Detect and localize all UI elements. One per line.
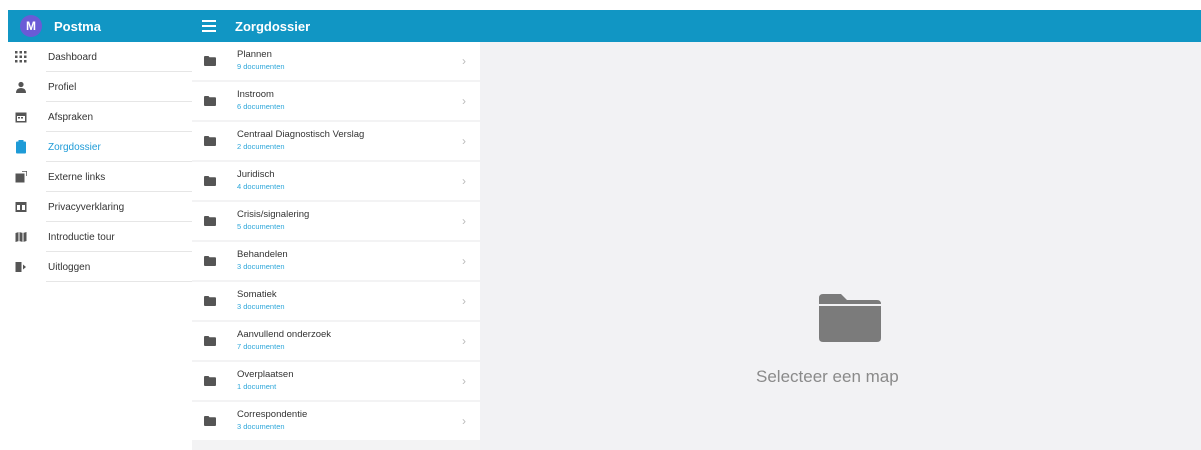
hamburger-menu-icon[interactable]	[201, 18, 217, 34]
chevron-right-icon: ›	[462, 414, 466, 428]
folder-icon	[204, 56, 216, 66]
chevron-right-icon: ›	[462, 134, 466, 148]
folder-row[interactable]: Aanvullend onderzoek 7 documenten ›	[192, 322, 480, 360]
chevron-right-icon: ›	[462, 254, 466, 268]
folder-name: Behandelen	[237, 249, 288, 260]
folder-text: Behandelen 3 documenten	[237, 249, 288, 271]
folder-text: Juridisch 4 documenten	[237, 169, 285, 191]
page-title: Zorgdossier	[235, 19, 311, 34]
grid-icon	[14, 50, 28, 64]
folder-row[interactable]: Plannen 9 documenten ›	[192, 42, 480, 80]
folder-icon	[204, 296, 216, 306]
folder-count: 4 documenten	[237, 182, 285, 191]
folder-text: Overplaatsen 1 document	[237, 369, 294, 391]
folder-name: Juridisch	[237, 169, 275, 180]
chevron-right-icon: ›	[462, 334, 466, 348]
chevron-right-icon: ›	[462, 214, 466, 228]
folder-text: Centraal Diagnostisch Verslag 2 documente…	[237, 129, 364, 151]
folder-icon	[204, 336, 216, 346]
chevron-right-icon: ›	[462, 374, 466, 388]
folder-count: 9 documenten	[237, 62, 285, 71]
folder-text: Aanvullend onderzoek 7 documenten	[237, 329, 331, 351]
map-icon	[14, 230, 28, 244]
sidebar-item-externe-links[interactable]: Externe links	[8, 162, 192, 192]
chevron-right-icon: ›	[462, 54, 466, 68]
folder-count: 3 documenten	[237, 422, 285, 431]
folder-name: Centraal Diagnostisch Verslag	[237, 129, 365, 140]
folder-row[interactable]: Behandelen 3 documenten ›	[192, 242, 480, 280]
sidebar-item-afspraken[interactable]: Afspraken	[8, 102, 192, 132]
person-icon	[14, 80, 28, 94]
folder-name: Aanvullend onderzoek	[237, 329, 332, 340]
folder-row[interactable]: Centraal Diagnostisch Verslag 2 documente…	[192, 122, 480, 160]
folder-count: 3 documenten	[237, 302, 285, 311]
chevron-right-icon: ›	[462, 94, 466, 108]
folder-icon	[819, 294, 881, 342]
external-link-icon	[14, 170, 28, 184]
sidebar-item-introductie-tour[interactable]: Introductie tour	[8, 222, 192, 252]
folder-row[interactable]: Somatiek 3 documenten ›	[192, 282, 480, 320]
sidebar-item-label: Uitloggen	[48, 261, 91, 273]
folder-count: 6 documenten	[237, 102, 285, 111]
sidebar-item-label: Afspraken	[48, 111, 94, 123]
sidebar-item-dashboard[interactable]: Dashboard	[8, 42, 192, 72]
folder-text: Instroom 6 documenten	[237, 89, 285, 111]
folder-count: 3 documenten	[237, 262, 285, 271]
sidebar-item-label: Profiel	[48, 81, 77, 93]
clipboard-icon	[14, 140, 28, 154]
folder-name: Crisis/signalering	[237, 209, 310, 220]
privacy-icon	[14, 200, 28, 214]
folder-row[interactable]: Overplaatsen 1 document ›	[192, 362, 480, 400]
sidebar-item-uitloggen[interactable]: Uitloggen	[8, 252, 192, 282]
folder-row[interactable]: Crisis/signalering 5 documenten ›	[192, 202, 480, 240]
folder-icon	[204, 216, 216, 226]
folder-text: Correspondentie 3 documenten	[237, 409, 307, 431]
user-name: Postma	[54, 18, 101, 34]
folder-icon	[204, 376, 216, 386]
sidebar-item-label: Introductie tour	[48, 231, 115, 243]
sidebar-item-label: Privacyverklaring	[48, 201, 125, 213]
sidebar-item-label: Externe links	[48, 171, 106, 183]
folder-text: Plannen 9 documenten	[237, 49, 285, 71]
folder-name: Somatiek	[237, 289, 277, 300]
folder-icon	[204, 136, 216, 146]
top-bar: M Postma Zorgdossier	[8, 10, 1201, 42]
folder-count: 1 document	[237, 382, 277, 391]
sidebar-item-zorgdossier[interactable]: Zorgdossier	[8, 132, 192, 162]
sidebar-item-label: Zorgdossier	[48, 141, 101, 153]
empty-state-message: Selecteer een map	[756, 367, 899, 386]
folder-count: 7 documenten	[237, 342, 285, 351]
calendar-icon	[14, 110, 28, 124]
sidebar-item-privacyverklaring[interactable]: Privacyverklaring	[8, 192, 192, 222]
chevron-right-icon: ›	[462, 174, 466, 188]
folder-icon	[204, 256, 216, 266]
folder-count: 5 documenten	[237, 222, 285, 231]
folder-name: Correspondentie	[237, 409, 308, 420]
folder-row[interactable]: Correspondentie 3 documenten ›	[192, 402, 480, 440]
folder-icon	[204, 96, 216, 106]
avatar[interactable]: M	[20, 15, 42, 37]
sidebar-item-profiel[interactable]: Profiel	[8, 72, 192, 102]
folder-text: Crisis/signalering 5 documenten	[237, 209, 309, 231]
folder-text: Somatiek 3 documenten	[237, 289, 285, 311]
chevron-right-icon: ›	[462, 294, 466, 308]
folder-name: Overplaatsen	[237, 369, 294, 380]
folder-icon	[204, 176, 216, 186]
folder-name: Instroom	[237, 89, 274, 100]
folder-row[interactable]: Juridisch 4 documenten ›	[192, 162, 480, 200]
detail-pane: Selecteer een map	[480, 42, 1201, 450]
sidebar: Dashboard Profiel Afspraken Zorgdossier …	[8, 42, 192, 450]
logout-icon	[14, 260, 28, 274]
folder-count: 2 documenten	[237, 142, 285, 151]
user-brand[interactable]: M Postma	[20, 15, 101, 37]
folder-row[interactable]: Instroom 6 documenten ›	[192, 82, 480, 120]
folder-list: Plannen 9 documenten › Instroom 6 documenten…	[192, 42, 480, 450]
app-window: M Postma Zorgdossier Dashboard Profiel A…	[8, 10, 1201, 450]
sidebar-item-label: Dashboard	[48, 51, 97, 63]
folder-name: Plannen	[237, 49, 272, 60]
folder-icon	[204, 416, 216, 426]
